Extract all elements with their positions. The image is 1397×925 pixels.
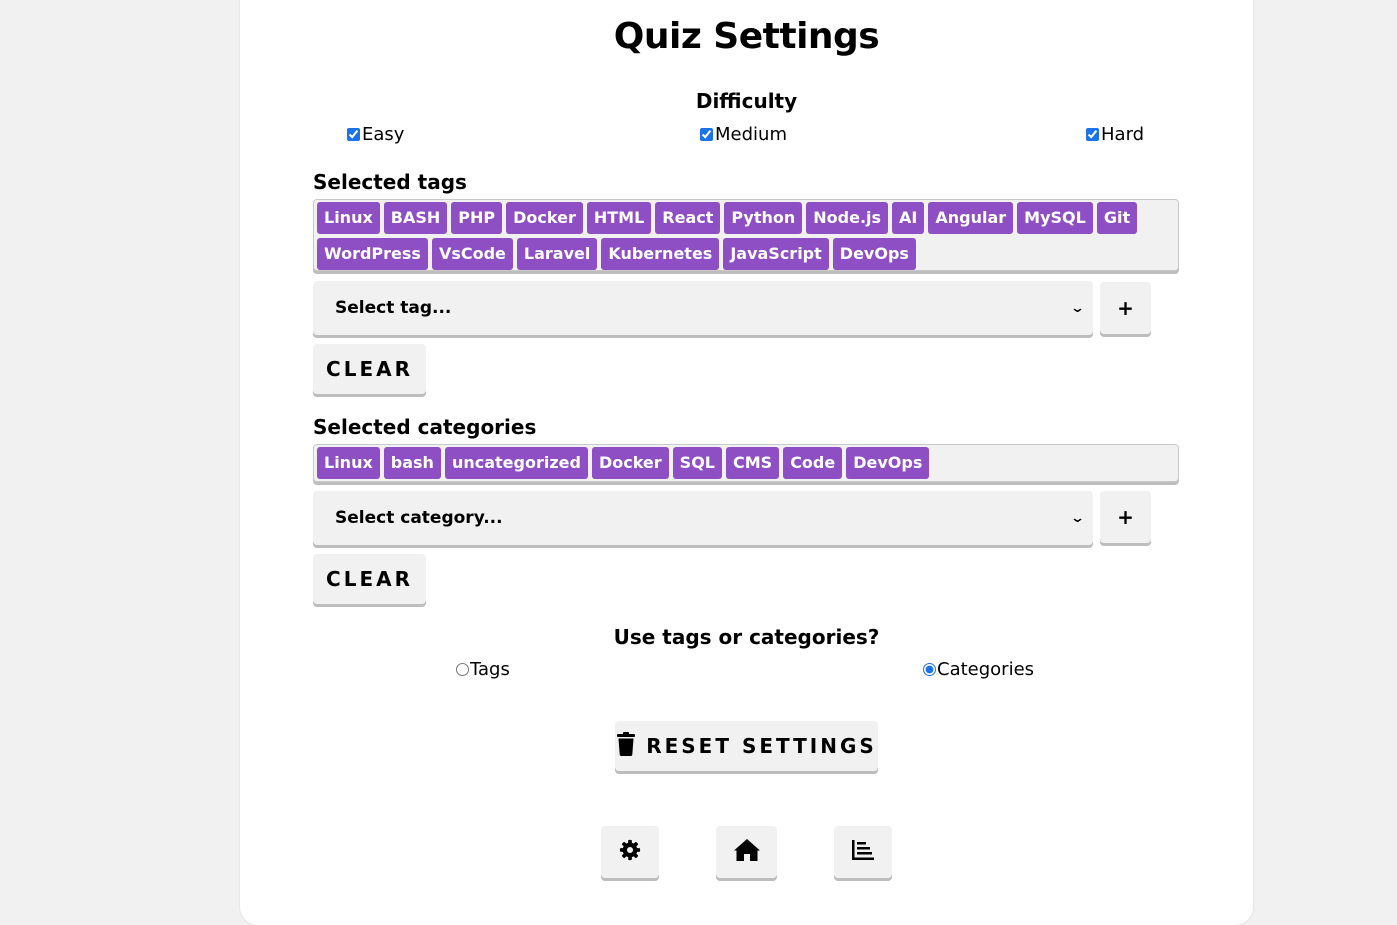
category-chip[interactable]: CMS: [726, 447, 780, 479]
tag-select-placeholder: Select tag...: [335, 298, 452, 318]
reset-settings-label: RESET SETTINGS: [646, 734, 877, 758]
medium-checkbox-input[interactable]: [700, 128, 713, 141]
tag-chip[interactable]: Git: [1096, 202, 1138, 234]
tag-chip[interactable]: Kubernetes: [601, 238, 720, 270]
tag-chip[interactable]: HTML: [586, 202, 652, 234]
selected-tags-box: Linux BASH PHP Docker HTML React Python Node.js…: [313, 199, 1179, 271]
gear-icon: [619, 839, 641, 865]
tag-select[interactable]: Select tag... ⌄: [313, 281, 1093, 335]
mode-categories-radio[interactable]: Categories: [923, 659, 1034, 680]
medium-label: Medium: [715, 124, 787, 145]
mode-tags-radio[interactable]: Tags: [456, 659, 510, 680]
category-chip[interactable]: DevOps: [846, 447, 930, 479]
settings-nav-button[interactable]: [601, 826, 659, 878]
stats-nav-button[interactable]: [834, 826, 892, 878]
categories-radio-input[interactable]: [923, 663, 936, 676]
tag-chip[interactable]: React: [655, 202, 721, 234]
tag-chip[interactable]: JavaScript: [723, 238, 829, 270]
tag-chip[interactable]: Docker: [506, 202, 583, 234]
category-select[interactable]: Select category... ⌄: [313, 491, 1093, 545]
difficulty-easy-checkbox[interactable]: Easy: [347, 124, 404, 145]
categories-radio-label: Categories: [937, 659, 1035, 680]
easy-label: Easy: [362, 124, 405, 145]
home-icon: [733, 838, 761, 866]
tag-chip[interactable]: DevOps: [832, 238, 916, 270]
tags-radio-label: Tags: [470, 659, 510, 680]
tag-chip[interactable]: AI: [892, 202, 925, 234]
tag-chip[interactable]: Angular: [928, 202, 1014, 234]
category-chip[interactable]: bash: [383, 447, 441, 479]
tag-chip[interactable]: Laravel: [516, 238, 598, 270]
hard-label: Hard: [1101, 124, 1145, 145]
category-chip[interactable]: Linux: [317, 447, 380, 479]
page-title: Quiz Settings: [613, 16, 880, 57]
selected-categories-box: Linux bash uncategorized Docker SQL CMS Code De…: [313, 444, 1179, 482]
chevron-down-icon: ⌄: [1069, 510, 1086, 526]
reset-settings-button[interactable]: RESET SETTINGS: [615, 721, 878, 771]
add-tag-button[interactable]: +: [1100, 282, 1151, 334]
tag-chip[interactable]: BASH: [383, 202, 448, 234]
difficulty-medium-checkbox[interactable]: Medium: [700, 124, 787, 145]
trash-icon: [616, 731, 636, 761]
add-category-button[interactable]: +: [1100, 491, 1151, 543]
tag-chip[interactable]: Node.js: [806, 202, 889, 234]
difficulty-hard-checkbox[interactable]: Hard: [1086, 124, 1144, 145]
difficulty-heading: Difficulty: [695, 89, 798, 113]
chart-icon: [851, 839, 875, 865]
category-chip[interactable]: Code: [783, 447, 843, 479]
easy-checkbox-input[interactable]: [347, 128, 360, 141]
chevron-down-icon: ⌄: [1069, 300, 1086, 316]
tag-chip[interactable]: MySQL: [1017, 202, 1093, 234]
selected-categories-heading: Selected categories: [313, 415, 537, 439]
selected-tags-heading: Selected tags: [313, 170, 467, 194]
category-select-placeholder: Select category...: [335, 508, 503, 528]
clear-tags-button[interactable]: CLEAR: [313, 344, 426, 394]
mode-heading: Use tags or categories?: [613, 625, 880, 649]
tags-radio-input[interactable]: [456, 663, 469, 676]
category-chip[interactable]: uncategorized: [444, 447, 588, 479]
home-nav-button[interactable]: [716, 826, 777, 878]
hard-checkbox-input[interactable]: [1086, 128, 1099, 141]
clear-categories-button[interactable]: CLEAR: [313, 554, 426, 604]
category-chip[interactable]: SQL: [672, 447, 722, 479]
tag-chip[interactable]: WordPress: [317, 238, 428, 270]
tag-chip[interactable]: Linux: [317, 202, 380, 234]
tag-chip[interactable]: Python: [724, 202, 803, 234]
tag-chip[interactable]: PHP: [451, 202, 503, 234]
category-chip[interactable]: Docker: [591, 447, 669, 479]
tag-chip[interactable]: VsCode: [431, 238, 513, 270]
